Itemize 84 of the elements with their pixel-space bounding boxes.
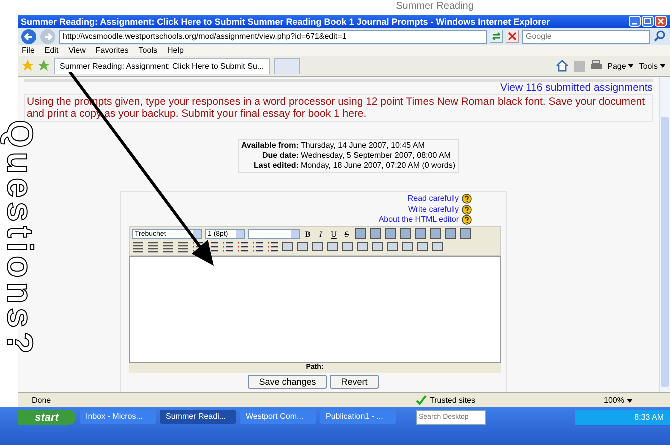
toolbar-icon[interactable]	[370, 228, 382, 240]
search-field[interactable]: Google	[522, 30, 650, 44]
form-button[interactable]: Save changes	[248, 375, 328, 389]
taskbar-item[interactable]: Westport Com...	[240, 410, 316, 424]
toolbar-icon[interactable]	[460, 228, 472, 240]
zone-text: Trusted sites	[430, 396, 476, 404]
align-icon[interactable]	[177, 241, 189, 253]
status-text: Done	[32, 396, 52, 404]
help-link[interactable]: About the HTML editor	[378, 215, 459, 226]
format-button[interactable]: B	[303, 230, 313, 238]
toolbar-icon[interactable]	[402, 241, 414, 253]
menu-item[interactable]: Favorites	[96, 46, 129, 55]
help-link[interactable]: Write carefully	[408, 204, 459, 215]
command-button[interactable]: Page	[608, 62, 634, 70]
toolbar-icon[interactable]	[297, 241, 309, 253]
date-label: Last edited:	[253, 161, 299, 171]
toolbar-icon[interactable]	[417, 241, 429, 253]
menu-item[interactable]: Tools	[138, 46, 158, 55]
toolbar-icon[interactable]	[355, 228, 367, 240]
menu-item[interactable]: Edit	[44, 46, 59, 55]
align-icon[interactable]	[162, 241, 174, 253]
search-icon[interactable]	[653, 30, 667, 43]
back-icon[interactable]	[21, 28, 37, 44]
toolbar-icon[interactable]	[445, 228, 457, 240]
check-icon	[416, 394, 427, 406]
caret-icon	[660, 64, 666, 68]
window-title: Summer Reading: Assignment: Click Here to Submit Summer Reading Book 1 Journal Prompts - Windows Internet Explorer	[21, 16, 550, 26]
submissions-link[interactable]: View 116 submitted assignments	[500, 82, 653, 94]
help-icon[interactable]	[462, 204, 472, 215]
printer-icon[interactable]	[590, 60, 603, 72]
refresh-icon[interactable]	[490, 30, 503, 43]
taskbar-item[interactable]: Summer Readi...	[160, 410, 236, 424]
toolbar-icon[interactable]	[415, 228, 427, 240]
toolbar-icon[interactable]	[312, 241, 324, 253]
toolbar-icon[interactable]	[385, 228, 397, 240]
browser-tab[interactable]: Summer Reading: Assignment: Click Here to Submit Su...	[54, 58, 270, 74]
date-value: Thursday, 14 June 2007, 10:45 AM	[300, 141, 426, 151]
format-button[interactable]: I	[316, 230, 326, 238]
start-button[interactable]: start	[18, 410, 76, 425]
date-label: Available from:	[241, 141, 299, 151]
format-button[interactable]: U	[329, 230, 339, 238]
zoom-control[interactable]: 100%	[604, 396, 664, 404]
maximize-button[interactable]	[642, 16, 654, 27]
minimize-button[interactable]	[629, 16, 641, 27]
date-label: Due date:	[261, 151, 299, 161]
menu-item[interactable]: Help	[167, 46, 184, 55]
menu-item[interactable]: File	[22, 46, 35, 55]
taskbar-item[interactable]: Inbox - Micros...	[80, 410, 156, 424]
annotation-text: Questions?	[3, 119, 37, 360]
help-icon[interactable]	[462, 215, 472, 226]
help-link[interactable]: Read carefully	[408, 194, 459, 204]
menu-item[interactable]: View	[68, 46, 86, 55]
toolbar-icon[interactable]	[282, 241, 294, 253]
align-icon[interactable]	[147, 241, 159, 253]
scrollbar[interactable]	[659, 77, 670, 392]
toolbar-icon[interactable]	[430, 228, 442, 240]
address-field[interactable]: http://wcsmoodle.westportschools.org/mod/assignment/view.php?id=671&edit=1	[59, 30, 487, 44]
caret-icon	[628, 64, 634, 68]
close-button[interactable]	[655, 16, 667, 27]
stop-icon[interactable]	[506, 30, 519, 43]
annotation-caption: Summer Reading	[396, 0, 474, 14]
clock: 8:33 AM	[634, 413, 664, 422]
list-icon[interactable]	[252, 241, 264, 253]
toolbar-icon[interactable]	[400, 228, 412, 240]
list-icon[interactable]	[222, 241, 234, 253]
toolbar-icon[interactable]	[342, 241, 354, 253]
date-value: Wednesday, 5 September 2007, 08:00 AM	[300, 151, 452, 161]
home-icon[interactable]	[556, 60, 569, 72]
format-button[interactable]: S	[342, 230, 352, 238]
command-button[interactable]: Tools	[639, 62, 666, 70]
help-icon[interactable]	[462, 194, 472, 204]
toolbar-icon[interactable]	[372, 241, 384, 253]
align-icon[interactable]	[132, 241, 144, 253]
date-value: Monday, 18 June 2007, 07:20 AM (0 words)	[300, 161, 456, 171]
taskbar-item[interactable]: Publication1 - ...	[320, 410, 396, 424]
form-button[interactable]: Revert	[330, 375, 379, 389]
toolbar-icon[interactable]	[432, 241, 444, 253]
star-icon[interactable]	[22, 60, 34, 72]
list-icon[interactable]	[237, 241, 249, 253]
caret-icon	[626, 398, 633, 402]
toolbar-icon[interactable]	[327, 241, 339, 253]
toolbar-icon[interactable]	[387, 241, 399, 253]
toolbar-icon[interactable]	[357, 241, 369, 253]
list-icon[interactable]	[267, 241, 279, 253]
